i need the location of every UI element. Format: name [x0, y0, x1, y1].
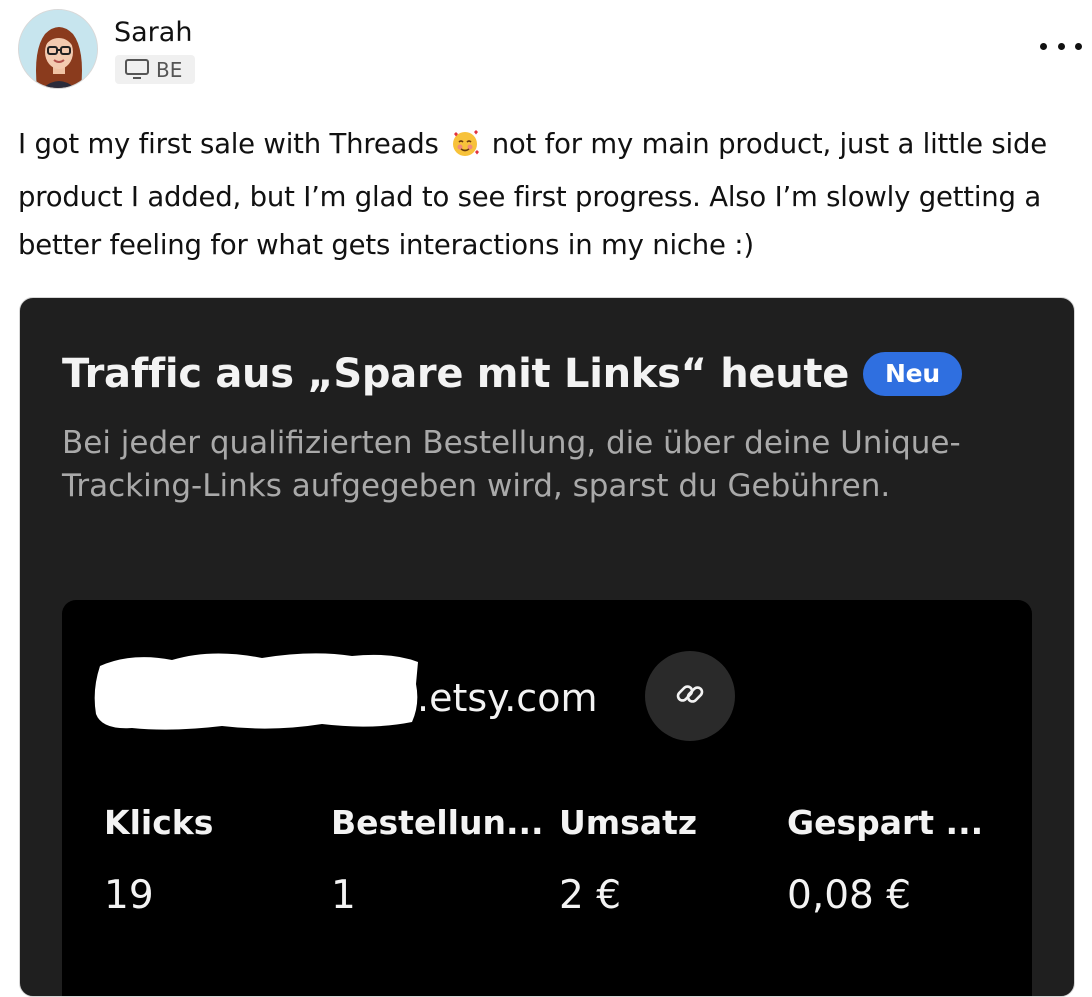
link-stats-card: .etsy.com: [62, 600, 1032, 996]
dot-icon: [1075, 42, 1082, 50]
shop-domain: .etsy.com: [417, 676, 598, 720]
screenshot-title: Traffic aus „Spare mit Links“ heute Neu: [62, 350, 962, 398]
attached-image[interactable]: Traffic aus „Spare mit Links“ heute Neu …: [19, 297, 1075, 997]
dot-icon: [1040, 42, 1047, 50]
post-text: I got my first sale with Threads not for…: [18, 120, 1083, 269]
smiling-face-with-hearts-icon: [450, 125, 480, 173]
avatar[interactable]: [18, 9, 98, 89]
link-icon: [672, 676, 708, 716]
copy-link-button[interactable]: [645, 651, 735, 741]
new-badge: Neu: [863, 352, 962, 396]
author-name[interactable]: Sarah: [114, 16, 192, 50]
stat-label-saved: Gespart ...: [787, 803, 984, 842]
stat-value-orders: 1: [331, 873, 356, 918]
badge-label: BE: [156, 57, 183, 82]
post-text-part1: I got my first sale with Threads: [18, 128, 439, 160]
stat-label-clicks: Klicks: [104, 803, 214, 842]
screenshot-description: Bei jeder qualifizierten Bestellung, die…: [62, 425, 961, 504]
screenshot-title-text: Traffic aus „Spare mit Links“ heute: [62, 351, 850, 397]
stat-label-orders: Bestellun...: [331, 803, 544, 842]
desktop-icon: [124, 58, 150, 82]
author-badge: BE: [115, 55, 195, 84]
stat-label-revenue: Umsatz: [559, 803, 698, 842]
stat-value-clicks: 19: [104, 873, 154, 918]
avatar-illustration: [19, 10, 97, 88]
stat-value-saved: 0,08 €: [787, 873, 912, 918]
dot-icon: [1057, 42, 1065, 50]
more-options-button[interactable]: [1040, 36, 1082, 56]
redacted-area: [94, 653, 419, 730]
stat-value-revenue: 2 €: [559, 873, 622, 918]
